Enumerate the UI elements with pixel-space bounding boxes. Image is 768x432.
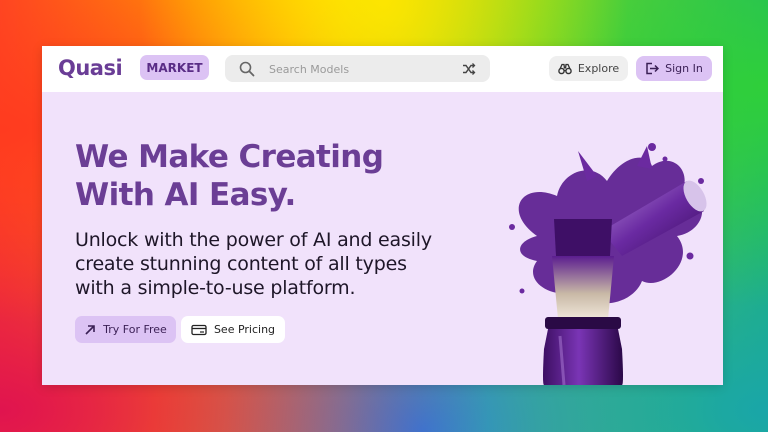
subtext-line-3: with a simple-to-use platform. <box>75 277 356 299</box>
hero-subtext: Unlock with the power of AI and easily c… <box>75 228 495 300</box>
explore-button[interactable]: Explore <box>549 56 628 81</box>
top-nav-bar: Quasi MARKET Explore <box>42 46 723 92</box>
search-bar[interactable] <box>225 55 490 82</box>
sign-in-label: Sign In <box>665 62 703 75</box>
see-pricing-button[interactable]: See Pricing <box>181 316 285 343</box>
price-tag-icon <box>191 324 207 335</box>
search-input[interactable] <box>267 59 451 80</box>
try-for-free-button[interactable]: Try For Free <box>75 316 176 343</box>
search-icon <box>239 61 255 77</box>
binoculars-icon <box>558 63 572 74</box>
headline-line-2: With AI Easy. <box>75 177 296 213</box>
sign-in-icon <box>646 62 660 75</box>
sign-in-button[interactable]: Sign In <box>636 56 712 81</box>
subtext-line-1: Unlock with the power of AI and easily <box>75 229 432 251</box>
explore-label: Explore <box>577 62 620 75</box>
subtext-line-2: create stunning content of all types <box>75 253 407 275</box>
try-for-free-label: Try For Free <box>103 323 167 336</box>
paint-brush-illustration <box>509 143 707 385</box>
headline-line-1: We Make Creating <box>75 139 384 175</box>
app-frame: Quasi MARKET Explore <box>42 46 723 385</box>
arrow-up-right-icon <box>85 324 95 335</box>
market-badge[interactable]: MARKET <box>140 55 209 80</box>
shuffle-icon[interactable] <box>462 62 476 76</box>
see-pricing-label: See Pricing <box>213 323 276 336</box>
hero-headline: We Make Creating With AI Easy. <box>75 138 455 214</box>
logo[interactable]: Quasi <box>58 56 123 80</box>
